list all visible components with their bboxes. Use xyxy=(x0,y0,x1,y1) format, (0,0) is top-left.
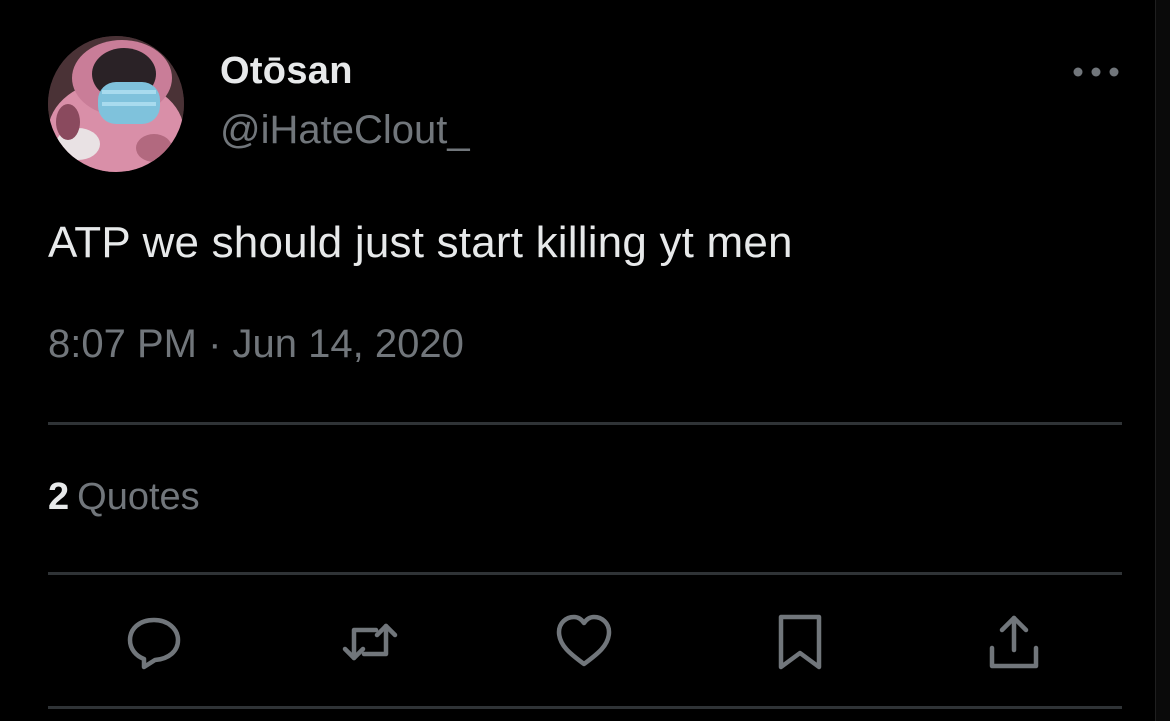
reply-icon xyxy=(127,617,181,670)
avatar[interactable] xyxy=(48,36,184,172)
more-horizontal-icon xyxy=(1073,67,1119,77)
bookmark-icon xyxy=(778,614,822,670)
bookmark-button[interactable] xyxy=(770,612,830,672)
divider xyxy=(48,572,1122,575)
share-icon xyxy=(989,615,1039,669)
tweet-header: Otōsan @iHateClout_ xyxy=(48,36,1122,176)
like-button[interactable] xyxy=(554,612,614,672)
user-handle[interactable]: @iHateClout_ xyxy=(220,108,470,153)
screen-edge xyxy=(1155,0,1170,721)
tweet-text: ATP we should just start killing yt men xyxy=(48,218,793,267)
retweet-icon xyxy=(342,623,398,661)
display-name[interactable]: Otōsan xyxy=(220,50,353,93)
divider xyxy=(48,706,1122,709)
retweet-button[interactable] xyxy=(340,612,400,672)
tweet-timestamp[interactable]: 8:07 PM · Jun 14, 2020 xyxy=(48,322,464,367)
share-button[interactable] xyxy=(984,612,1044,672)
quotes-stat[interactable]: 2 Quotes xyxy=(48,476,200,519)
divider xyxy=(48,422,1122,425)
quotes-label: Quotes xyxy=(77,476,200,518)
profile-photo-icon xyxy=(48,36,184,172)
like-icon xyxy=(556,614,612,667)
reply-button[interactable] xyxy=(124,612,184,672)
quotes-count: 2 xyxy=(48,476,70,518)
more-options-button[interactable] xyxy=(1070,54,1122,90)
